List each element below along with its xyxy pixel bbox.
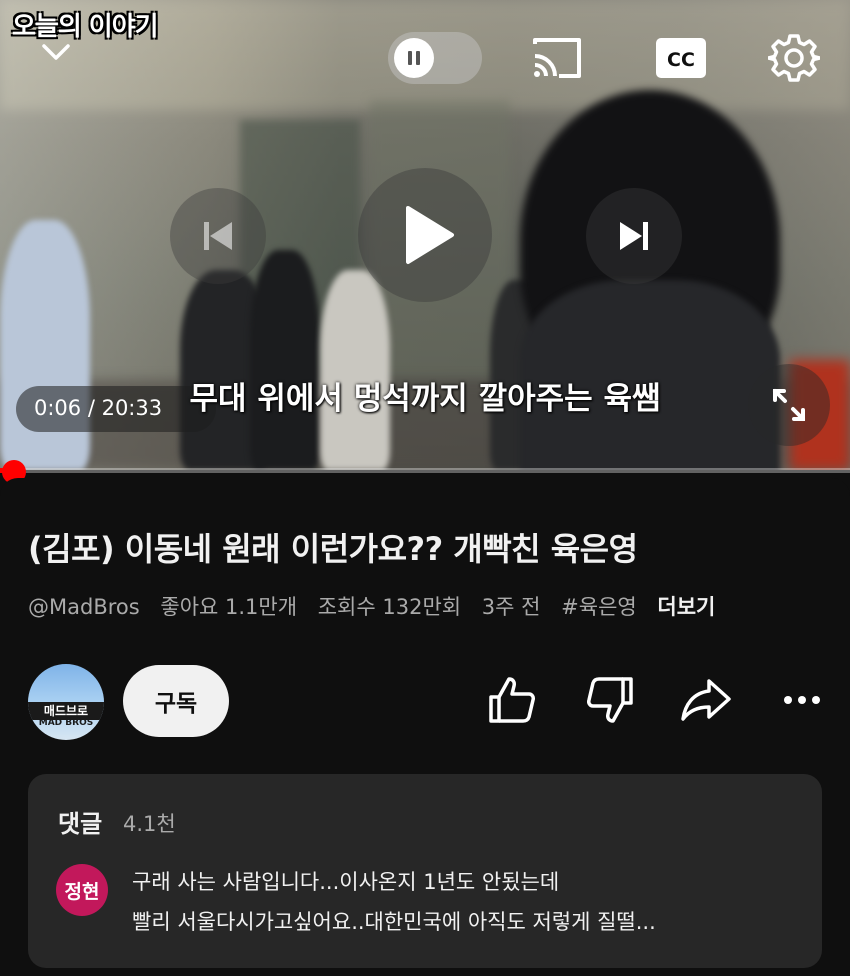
thumbs-up-icon[interactable] — [482, 670, 542, 730]
channel-handle[interactable]: @MadBros — [28, 595, 140, 619]
play-icon[interactable] — [358, 168, 492, 302]
comment-text-line: 구래 사는 사람입니다...이사온지 1년도 안됬는데 — [132, 870, 560, 894]
chevron-down-icon[interactable] — [34, 30, 78, 74]
gear-icon[interactable] — [766, 30, 822, 86]
pause-toggle-icon — [394, 38, 434, 78]
video-title[interactable]: (김포) 이동네 원래 이런가요?? 개빡친 육은영 — [28, 524, 638, 570]
video-frame-person — [320, 270, 390, 470]
comment-author-avatar: 정현 — [56, 864, 108, 916]
more-horiz-icon[interactable] — [772, 670, 832, 730]
time-display: 0:06 / 20:33 — [34, 396, 163, 420]
channel-avatar[interactable]: 매드브로 MAD BROS — [28, 664, 104, 740]
upload-age: 3주 전 — [481, 595, 541, 619]
hashtag-link[interactable]: #육은영 — [561, 595, 637, 619]
cc-label: CC — [667, 49, 695, 71]
video-metadata[interactable]: @MadBros 좋아요 1.1만개 조회수 132만회 3주 전 #육은영 더… — [28, 591, 715, 621]
avatar-logo-subtext: MAD BROS — [38, 718, 94, 728]
fullscreen-icon[interactable] — [748, 364, 830, 446]
thumbs-down-icon[interactable] — [580, 670, 640, 730]
video-frame-person — [250, 250, 320, 470]
like-count: 좋아요 1.1만개 — [160, 595, 298, 619]
cast-icon[interactable] — [528, 32, 586, 84]
video-player[interactable]: 오늘의 이야기 CC 무대 위에서 멍석까지 깔아주는 육쌤 0:06 / 20… — [0, 0, 850, 470]
video-frame-person — [0, 220, 90, 470]
progress-bar[interactable] — [0, 468, 850, 473]
cc-icon[interactable]: CC — [654, 36, 708, 80]
skip-previous-icon[interactable] — [170, 188, 266, 284]
comments-heading: 댓글 — [58, 810, 103, 838]
comment-text-line: 빨리 서울다시가고싶어요..대한민국에 아직도 저렇게 질떨... — [132, 910, 656, 934]
view-count: 조회수 132만회 — [317, 595, 462, 619]
skip-next-icon[interactable] — [586, 188, 682, 284]
comments-card[interactable]: 댓글 4.1천 정현 구래 사는 사람입니다...이사온지 1년도 안됬는데 빨… — [28, 774, 822, 968]
avatar-logo-text: 매드브로 — [43, 704, 89, 718]
subscribe-button[interactable]: 구독 — [123, 665, 229, 737]
comments-count: 4.1천 — [123, 812, 176, 836]
more-button[interactable]: 더보기 — [657, 595, 715, 619]
share-icon[interactable] — [676, 670, 736, 730]
autoplay-toggle[interactable] — [388, 32, 482, 84]
